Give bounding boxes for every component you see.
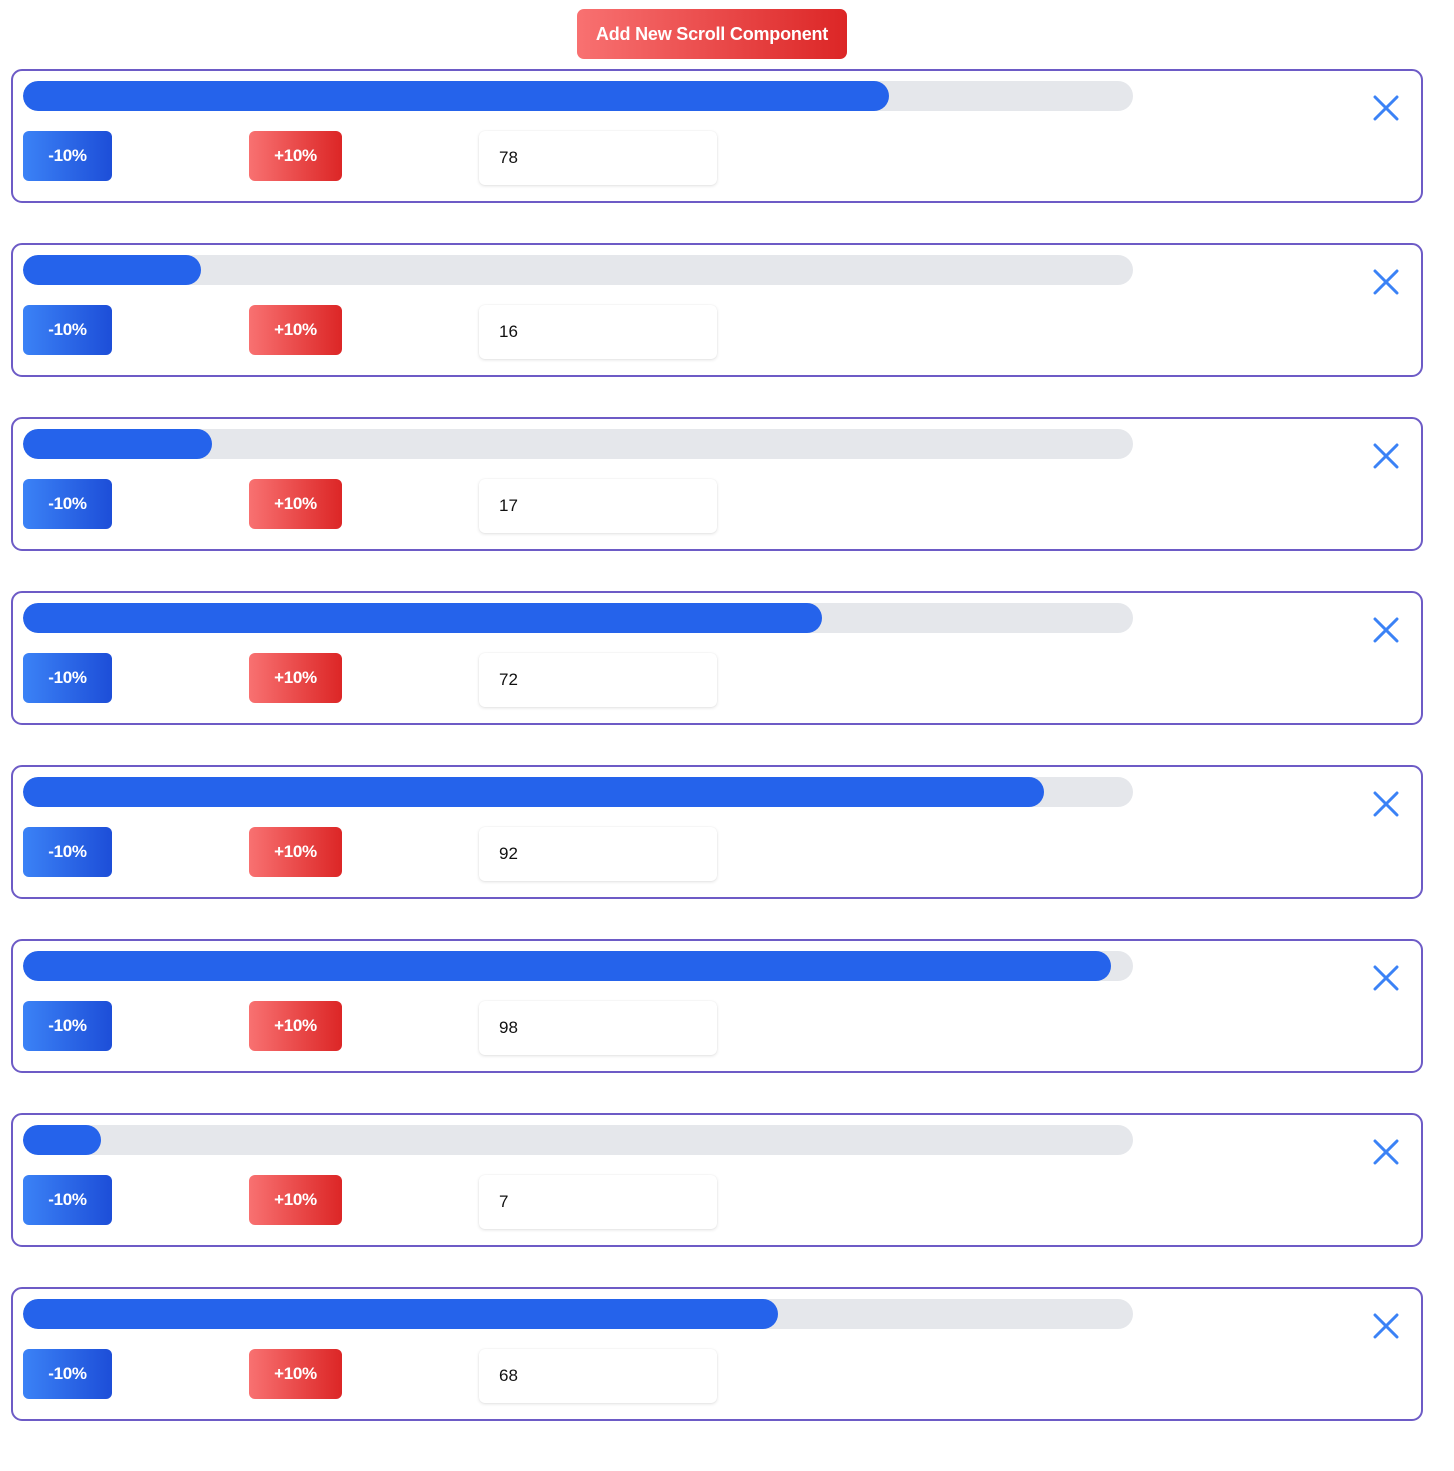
progress-fill: [23, 81, 889, 111]
progress-fill: [23, 951, 1111, 981]
close-icon[interactable]: [1371, 93, 1401, 123]
scroll-component-card: -10% +10%: [11, 243, 1423, 377]
progress-fill: [23, 603, 823, 633]
scroll-component-list: -10% +10% -10% +10% -10% +10%: [11, 69, 1423, 1461]
increase-button[interactable]: +10%: [249, 305, 342, 355]
progress-value-input[interactable]: [479, 479, 717, 533]
scroll-component-card: -10% +10%: [11, 939, 1423, 1073]
progress-fill: [23, 1125, 101, 1155]
increase-button[interactable]: +10%: [249, 827, 342, 877]
increase-button[interactable]: +10%: [249, 1175, 342, 1225]
progress-value-input[interactable]: [479, 305, 717, 359]
progress-track: [23, 777, 1133, 807]
progress-value-input[interactable]: [479, 1175, 717, 1229]
progress-fill: [23, 777, 1045, 807]
decrease-button[interactable]: -10%: [23, 131, 112, 181]
close-icon[interactable]: [1371, 1137, 1401, 1167]
progress-track: [23, 951, 1133, 981]
scroll-component-card: -10% +10%: [11, 765, 1423, 899]
scroll-component-card: -10% +10%: [11, 417, 1423, 551]
increase-button[interactable]: +10%: [249, 479, 342, 529]
close-icon[interactable]: [1371, 615, 1401, 645]
progress-value-input[interactable]: [479, 1001, 717, 1055]
add-scroll-component-button[interactable]: Add New Scroll Component: [577, 9, 847, 59]
decrease-button[interactable]: -10%: [23, 479, 112, 529]
close-icon[interactable]: [1371, 1311, 1401, 1341]
progress-fill: [23, 255, 201, 285]
progress-track: [23, 603, 1133, 633]
close-icon[interactable]: [1371, 789, 1401, 819]
scroll-component-card: -10% +10%: [11, 69, 1423, 203]
close-icon[interactable]: [1371, 441, 1401, 471]
progress-track: [23, 1125, 1133, 1155]
close-icon[interactable]: [1371, 267, 1401, 297]
progress-fill: [23, 429, 212, 459]
close-icon[interactable]: [1371, 963, 1401, 993]
progress-value-input[interactable]: [479, 653, 717, 707]
decrease-button[interactable]: -10%: [23, 1175, 112, 1225]
scroll-component-card: -10% +10%: [11, 1113, 1423, 1247]
progress-fill: [23, 1299, 778, 1329]
decrease-button[interactable]: -10%: [23, 653, 112, 703]
scroll-component-card: -10% +10%: [11, 591, 1423, 725]
decrease-button[interactable]: -10%: [23, 1001, 112, 1051]
increase-button[interactable]: +10%: [249, 1349, 342, 1399]
scroll-component-card: -10% +10%: [11, 1287, 1423, 1421]
progress-track: [23, 81, 1133, 111]
decrease-button[interactable]: -10%: [23, 1349, 112, 1399]
progress-track: [23, 429, 1133, 459]
progress-value-input[interactable]: [479, 1349, 717, 1403]
increase-button[interactable]: +10%: [249, 131, 342, 181]
progress-track: [23, 255, 1133, 285]
progress-track: [23, 1299, 1133, 1329]
progress-value-input[interactable]: [479, 827, 717, 881]
decrease-button[interactable]: -10%: [23, 305, 112, 355]
increase-button[interactable]: +10%: [249, 653, 342, 703]
increase-button[interactable]: +10%: [249, 1001, 342, 1051]
progress-value-input[interactable]: [479, 131, 717, 185]
decrease-button[interactable]: -10%: [23, 827, 112, 877]
